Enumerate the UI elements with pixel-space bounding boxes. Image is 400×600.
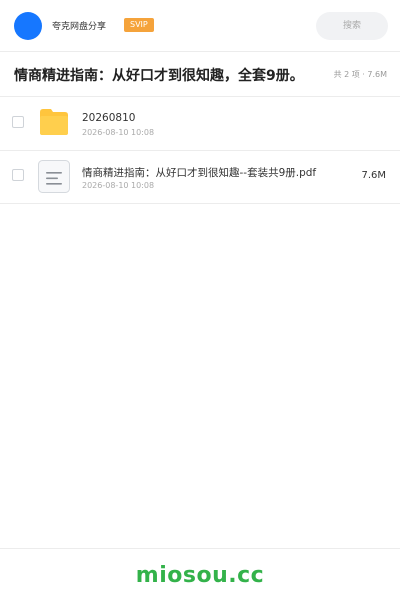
list-item[interactable]: 20260810 2026-08-10 10:08	[0, 97, 400, 151]
file-date: 2026-08-10 10:08	[82, 181, 155, 190]
list-item[interactable]: 情商精进指南：从好口才到很知趣--套装共9册.pdf 2026-08-10 10…	[0, 150, 400, 204]
file-size: 7.6M	[361, 170, 386, 181]
share-meta: 共 2 项 · 7.6M	[333, 70, 387, 79]
page-title: 情商精进指南：从好口才到很知趣，全套9册。	[14, 68, 304, 84]
checkbox[interactable]	[12, 116, 24, 128]
file-name[interactable]: 情商精进指南：从好口才到很知趣--套装共9册.pdf	[82, 165, 316, 180]
brand-name: 夸克网盘分享	[52, 22, 107, 32]
vip-badge: SVIP	[124, 18, 154, 32]
file-name[interactable]: 20260810	[82, 112, 135, 124]
share-title-bar: 情商精进指南：从好口才到很知趣，全套9册。 共 2 项 · 7.6M	[0, 52, 400, 97]
footer: miosou.cc	[0, 548, 400, 600]
share-page: 夸克网盘分享 SVIP 情商精进指南：从好口才到很知趣，全套9册。 共 2 项 …	[0, 0, 400, 600]
document-icon	[38, 160, 70, 193]
search-input[interactable]	[316, 12, 388, 40]
checkbox[interactable]	[12, 169, 24, 181]
site-watermark: miosou.cc	[135, 563, 265, 588]
header: 夸克网盘分享 SVIP	[0, 0, 400, 52]
folder-icon	[40, 109, 68, 135]
file-date: 2026-08-10 10:08	[82, 128, 155, 137]
avatar[interactable]	[14, 12, 42, 40]
